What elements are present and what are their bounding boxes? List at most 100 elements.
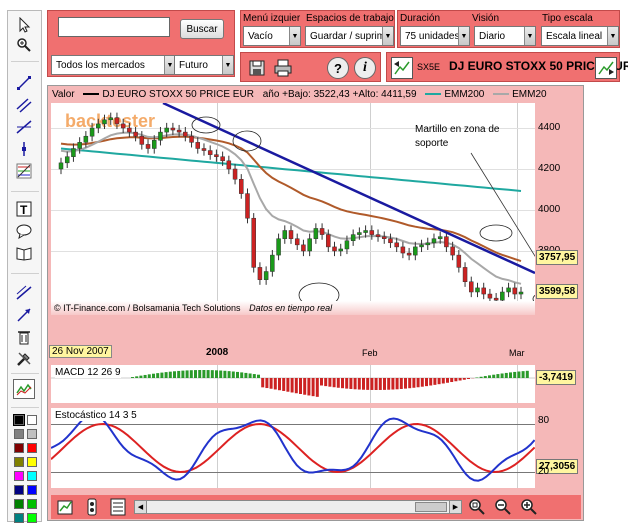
color-swatch-red[interactable] [27, 443, 37, 453]
candle-body [338, 248, 343, 252]
macd-panel[interactable]: MACD 12 26 9 [51, 365, 535, 403]
candle-body [239, 179, 244, 194]
market-select[interactable]: Todos los mercados ▼ [51, 55, 176, 75]
macd-bar [311, 378, 315, 397]
macd-bar [345, 378, 349, 389]
view-select[interactable]: Diario ▼ [474, 26, 536, 46]
macd-svg [51, 370, 535, 397]
color-swatch-teal[interactable] [14, 513, 24, 523]
arrow-tool-icon[interactable] [13, 305, 35, 325]
color-swatch-magenta[interactable] [14, 471, 24, 481]
chart-footer: © IT-Finance.com / Bolsamania Tech Solut… [51, 301, 535, 315]
channel-icon[interactable] [13, 95, 35, 115]
candle-body [313, 228, 319, 239]
color-swatch-gray[interactable] [14, 429, 24, 439]
candle-body [58, 162, 64, 170]
macd-bar [315, 378, 319, 397]
candle-body [139, 135, 145, 145]
zoom-icon[interactable] [13, 35, 35, 55]
cursor-icon[interactable] [13, 15, 35, 35]
annotation-line-2: soporte [415, 138, 449, 149]
price-tick-4400: 4400 [538, 122, 561, 133]
indicator-icon[interactable] [13, 379, 35, 399]
scroll-left-icon[interactable]: ◀ [135, 501, 147, 513]
candle-body [120, 123, 126, 129]
candle-body [201, 148, 207, 151]
data-table-icon[interactable] [108, 497, 128, 517]
macd-bar [483, 376, 487, 378]
zoom-in-icon[interactable] [519, 497, 539, 517]
export-chart-icon[interactable] [56, 497, 76, 517]
macd-bar [240, 372, 244, 378]
workspaces-select[interactable]: Guardar / suprimir ▼ [305, 26, 394, 46]
macd-bar [202, 370, 206, 378]
search-button[interactable]: Buscar [180, 19, 224, 39]
color-swatch-maroon[interactable] [14, 443, 24, 453]
print-icon[interactable] [273, 58, 293, 78]
duration-select[interactable]: 75 unidades ▼ [400, 26, 470, 46]
highlight-circle [479, 224, 513, 242]
trendline-icon[interactable] [13, 73, 35, 93]
color-swatch-blue[interactable] [27, 485, 37, 495]
save-icon[interactable] [247, 58, 267, 78]
candle-body [96, 123, 101, 129]
color-swatch-silver[interactable] [27, 429, 37, 439]
color-swatch-yellow[interactable] [27, 457, 37, 467]
candle-body [375, 234, 381, 237]
candle-body [487, 293, 493, 299]
live-data-text: Datos en tiempo real [249, 303, 333, 313]
chart-scrollbar[interactable]: ◀ ▶ [134, 500, 462, 514]
source-text: © IT-Finance.com / Bolsamania Tech Solut… [54, 303, 241, 313]
next-instrument-icon[interactable] [595, 57, 617, 79]
highlight-circle [191, 116, 221, 134]
tools-icon[interactable] [13, 349, 35, 369]
vertical-line-icon[interactable] [13, 139, 35, 159]
fibonacci-icon[interactable] [13, 161, 35, 181]
previous-instrument-icon[interactable] [391, 57, 413, 79]
macd-bar [210, 370, 214, 378]
color-swatch-green[interactable] [14, 499, 24, 509]
macd-bar [467, 378, 470, 379]
macd-bar [189, 370, 193, 378]
candle-body [288, 230, 294, 239]
macd-bar [509, 372, 512, 378]
search-input[interactable] [58, 17, 170, 37]
parallel-lines-icon[interactable] [13, 283, 35, 303]
macd-bar [173, 371, 176, 378]
delete-icon[interactable] [13, 327, 35, 347]
candle-body [481, 287, 486, 295]
color-swatch-cyan[interactable] [27, 471, 37, 481]
settings-icon[interactable] [82, 497, 102, 517]
color-swatch-lime[interactable] [27, 499, 37, 509]
color-swatch-bright-green[interactable] [27, 513, 37, 523]
color-swatch-olive[interactable] [14, 457, 24, 467]
price-plot[interactable]: backtester Martillo en zona de soporte ©… [51, 103, 535, 315]
scroll-thumb[interactable] [415, 502, 447, 512]
color-swatch-black[interactable] [13, 414, 25, 426]
stochastic-panel[interactable]: Estocástico 14 3 5 [51, 408, 535, 488]
text-icon[interactable]: T [13, 199, 35, 219]
instrument-code: SX5E [417, 62, 441, 72]
macd-bar [290, 378, 294, 393]
candle-body [158, 131, 163, 141]
comment-icon[interactable] [13, 221, 35, 241]
candle-body [332, 246, 337, 252]
color-swatch-white[interactable] [27, 415, 37, 425]
help-icon[interactable]: ? [327, 57, 349, 79]
left-menu-select[interactable]: Vacío ▼ [243, 26, 301, 46]
book-icon[interactable] [13, 243, 35, 263]
info-icon[interactable]: i [354, 57, 376, 79]
zoom-out-icon[interactable] [493, 497, 513, 517]
type-select[interactable]: Futuro ▼ [174, 55, 234, 75]
price-tick-4000: 4000 [538, 204, 561, 215]
scroll-right-icon[interactable]: ▶ [449, 501, 461, 513]
macd-bar [324, 378, 328, 387]
scale-select[interactable]: Escala lineal ▼ [541, 26, 619, 46]
macd-bar [336, 378, 340, 388]
crosshair-icon[interactable] [13, 117, 35, 137]
macd-bar [252, 374, 256, 378]
candle-body [350, 234, 356, 242]
macd-bar [366, 378, 370, 390]
color-swatch-navy[interactable] [14, 485, 24, 495]
zoom-fit-icon[interactable] [467, 497, 487, 517]
